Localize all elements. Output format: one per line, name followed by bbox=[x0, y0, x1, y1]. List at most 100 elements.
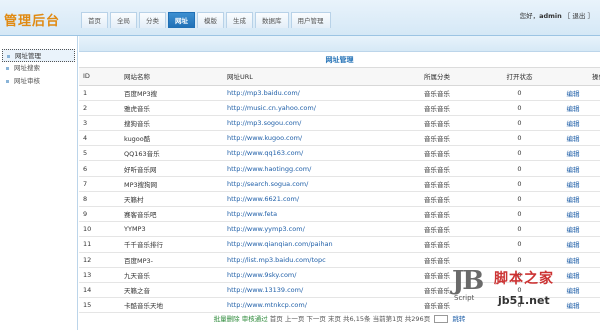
row-edit-link[interactable]: 编辑 bbox=[554, 206, 592, 223]
row-url-link[interactable]: http://www.qq163.com/ bbox=[225, 145, 422, 162]
row-open-status: 0 bbox=[485, 85, 554, 101]
col-url: 网址URL bbox=[225, 68, 422, 86]
table-row: 6 好听音乐网 http://www.haotingg.com/音乐音乐 0 编辑 bbox=[79, 160, 600, 177]
row-open-status: 0 bbox=[485, 176, 554, 192]
tab-generate[interactable]: 生成 bbox=[226, 12, 253, 28]
table-row: 1 百度MP3搜 http://mp3.baidu.com/音乐音乐 0 编辑 bbox=[79, 85, 600, 101]
row-category: 音乐音乐 bbox=[422, 236, 485, 253]
row-url-link[interactable]: http://mp3.baidu.com/ bbox=[225, 85, 422, 101]
row-url-link[interactable]: http://www.yymp3.com/ bbox=[225, 221, 422, 238]
sidebar: 网址管理 网址搜索 网址审核 bbox=[0, 36, 78, 330]
table-row: 7 MP3搜狗网 http://search.sogua.com/音乐音乐 0 编辑 bbox=[79, 176, 600, 192]
tab-home[interactable]: 首页 bbox=[81, 12, 108, 28]
row-actions bbox=[592, 100, 600, 116]
row-open-status: 0 bbox=[485, 115, 554, 132]
row-edit-link[interactable]: 编辑 bbox=[554, 100, 592, 116]
row-site-name: 卡酷音乐天地 bbox=[112, 297, 225, 314]
sidebar-item-url-review[interactable]: 网址审核 bbox=[0, 75, 77, 88]
row-edit-link[interactable]: 编辑 bbox=[554, 176, 592, 192]
row-site-name: 天籁村 bbox=[112, 191, 225, 208]
row-category: 音乐音乐 bbox=[422, 145, 485, 162]
row-id: 13 bbox=[79, 267, 112, 283]
row-open-status: 0 bbox=[485, 191, 554, 208]
row-category: 音乐音乐 bbox=[422, 206, 485, 223]
row-url-link[interactable]: http://www.mtnkcp.com/ bbox=[225, 297, 422, 314]
row-edit-link[interactable]: 编辑 bbox=[554, 221, 592, 238]
row-site-name: 天籁之音 bbox=[112, 282, 225, 299]
row-url-link[interactable]: http://mp3.sogou.com/ bbox=[225, 115, 422, 132]
col-category: 所属分类 bbox=[422, 68, 485, 86]
tab-user-management[interactable]: 用户管理 bbox=[290, 12, 331, 28]
row-id: 1 bbox=[79, 85, 112, 101]
col-id: ID bbox=[79, 68, 112, 86]
sidebar-item-url-search[interactable]: 网址搜索 bbox=[0, 62, 77, 75]
row-category: 音乐音乐 bbox=[422, 100, 485, 116]
row-open-status: 0 bbox=[485, 145, 554, 162]
row-url-link[interactable]: http://www.qianqian.com/paihan bbox=[225, 236, 422, 253]
tab-category[interactable]: 分类 bbox=[139, 12, 166, 28]
row-site-name: 赛客音乐吧 bbox=[112, 206, 225, 223]
row-url-link[interactable]: http://www.haotingg.com/ bbox=[225, 160, 422, 177]
row-id: 10 bbox=[79, 221, 112, 238]
watermark-script: Script bbox=[454, 294, 475, 302]
tab-global[interactable]: 全局 bbox=[110, 12, 137, 28]
table-row: 4 kugoo酷 http://www.kugoo.com/音乐音乐 0 编辑 bbox=[79, 130, 600, 147]
row-open-status: 0 bbox=[485, 100, 554, 116]
row-edit-link[interactable]: 编辑 bbox=[554, 130, 592, 147]
row-id: 15 bbox=[79, 297, 112, 314]
row-open-status: 0 bbox=[485, 130, 554, 147]
row-site-name: 百度MP3- bbox=[112, 252, 225, 268]
row-edit-link[interactable]: 编辑 bbox=[554, 236, 592, 253]
row-id: 9 bbox=[79, 206, 112, 223]
row-site-name: QQ163音乐 bbox=[112, 145, 225, 162]
logout-link[interactable]: ［ 退出 ］ bbox=[564, 12, 594, 20]
row-edit-link[interactable]: 编辑 bbox=[554, 191, 592, 208]
row-site-name: 九天音乐 bbox=[112, 267, 225, 283]
row-actions bbox=[592, 160, 600, 177]
row-open-status: 0 bbox=[485, 160, 554, 177]
row-url-link[interactable]: http://list.mp3.baidu.com/topc bbox=[225, 252, 422, 268]
row-actions bbox=[592, 85, 600, 101]
row-url-link[interactable]: http://www.kugoo.com/ bbox=[225, 130, 422, 147]
table-row: 11 千千音乐排行 http://www.qianqian.com/paihan 音乐… bbox=[79, 236, 600, 253]
row-url-link[interactable]: http://www.6621.com/ bbox=[225, 191, 422, 208]
page-jump-input[interactable] bbox=[434, 315, 449, 323]
row-category: 音乐音乐 bbox=[422, 221, 485, 238]
row-site-name: 雅虎音乐 bbox=[112, 100, 225, 116]
row-edit-link[interactable]: 编辑 bbox=[554, 85, 592, 101]
table-row: 2 雅虎音乐 http://music.cn.yahoo.com/音乐音乐 0 编辑 bbox=[79, 100, 600, 116]
row-url-link[interactable]: http://www.9sky.com/ bbox=[225, 267, 422, 283]
row-site-name: YYMP3 bbox=[112, 221, 225, 238]
row-edit-link[interactable]: 编辑 bbox=[554, 145, 592, 162]
row-id: 5 bbox=[79, 145, 112, 162]
row-category: 音乐音乐 bbox=[422, 85, 485, 101]
row-site-name: MP3搜狗网 bbox=[112, 176, 225, 192]
row-actions bbox=[592, 130, 600, 147]
tab-database[interactable]: 数据库 bbox=[255, 12, 289, 28]
table-row: 5 QQ163音乐 http://www.qq163.com/音乐音乐 0 编辑 bbox=[79, 145, 600, 162]
greeting-text: 您好， bbox=[519, 12, 540, 20]
tab-template[interactable]: 模版 bbox=[197, 12, 224, 28]
row-url-link[interactable]: http://search.sogua.com/ bbox=[225, 176, 422, 192]
main-header-strip bbox=[79, 36, 600, 52]
row-open-status: 0 bbox=[485, 221, 554, 238]
sidebar-item-url-management[interactable]: 网址管理 bbox=[2, 49, 75, 62]
row-url-link[interactable]: http://www.feta bbox=[225, 206, 422, 223]
row-edit-link[interactable]: 编辑 bbox=[554, 160, 592, 177]
batch-actions[interactable]: 批量删除 审核通过 bbox=[214, 315, 268, 323]
row-id: 11 bbox=[79, 236, 112, 253]
col-open-status: 打开状态 bbox=[485, 68, 554, 86]
row-id: 6 bbox=[79, 160, 112, 177]
row-actions bbox=[592, 115, 600, 132]
row-actions bbox=[592, 236, 600, 253]
username: admin bbox=[539, 12, 562, 20]
col-name: 网站名称 bbox=[112, 68, 225, 86]
tab-urls[interactable]: 网址 bbox=[168, 12, 195, 28]
row-edit-link[interactable]: 编辑 bbox=[554, 115, 592, 132]
row-url-link[interactable]: http://music.cn.yahoo.com/ bbox=[225, 100, 422, 116]
row-url-link[interactable]: http://www.13139.com/ bbox=[225, 282, 422, 299]
row-id: 4 bbox=[79, 130, 112, 147]
row-open-status: 0 bbox=[485, 206, 554, 223]
page-nav[interactable]: 首页 上一页 下一页 末页 共6,15条 当前第1页 共296页 bbox=[270, 315, 430, 323]
row-id: 2 bbox=[79, 100, 112, 116]
